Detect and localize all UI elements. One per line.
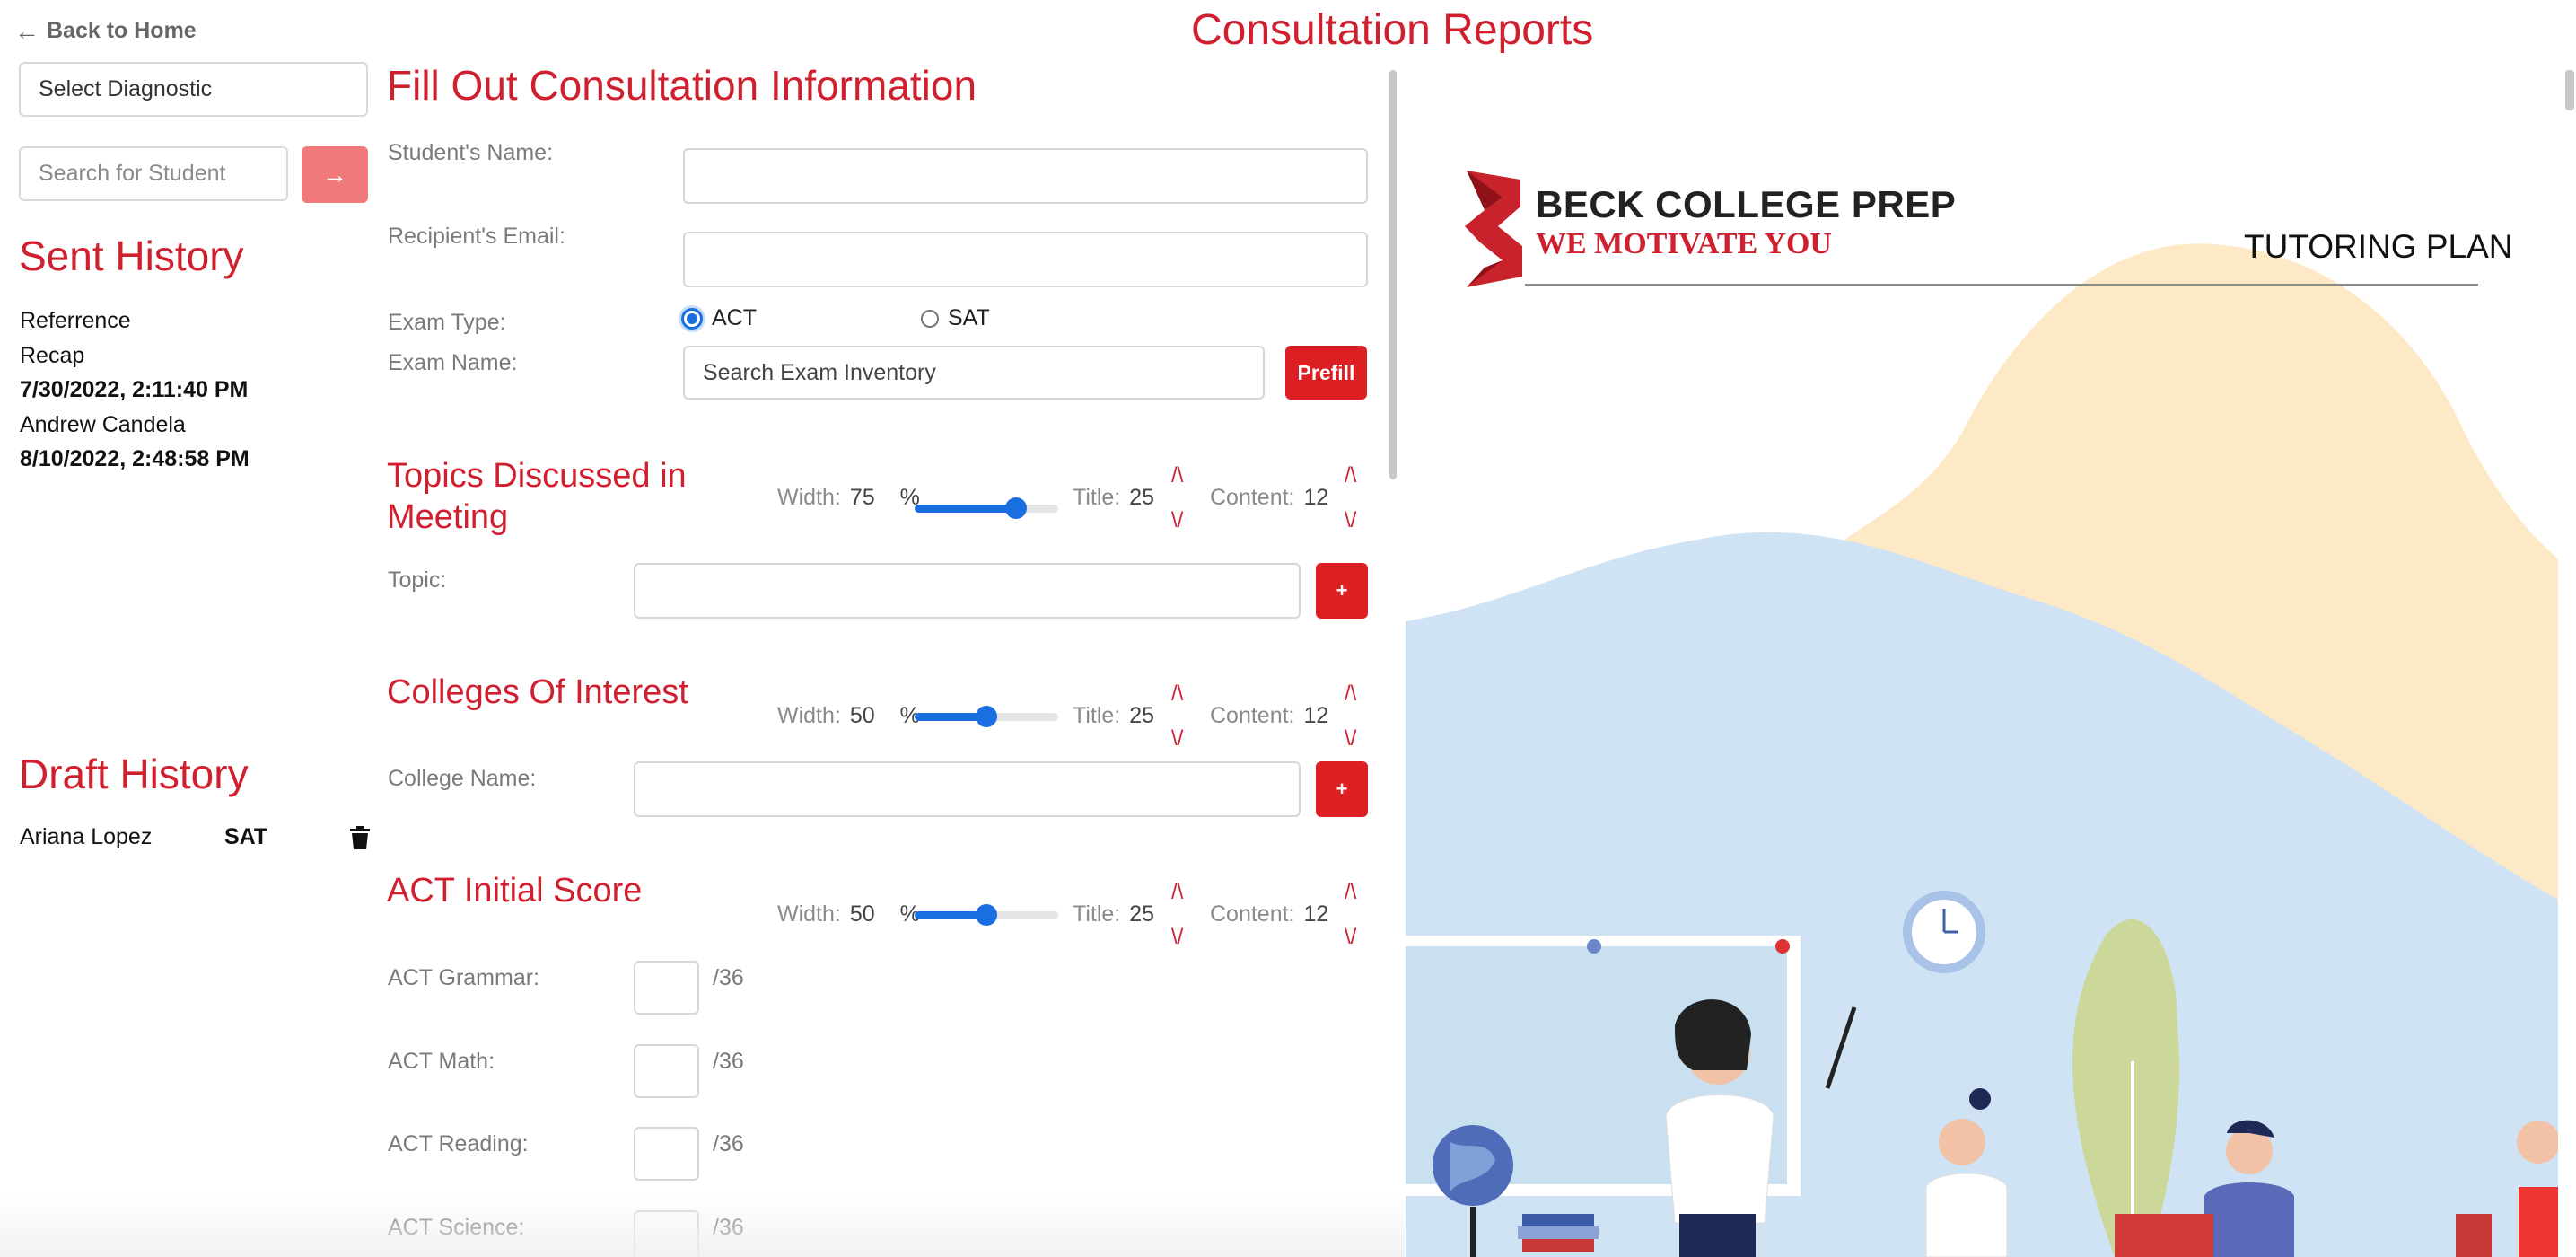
- prefill-button[interactable]: Prefill: [1285, 346, 1367, 400]
- radio-unselected-icon: [921, 309, 939, 328]
- topics-content-size: Content: 12: [1210, 485, 1329, 510]
- college-name-input[interactable]: [634, 761, 1301, 817]
- act-score-section-title: ACT Initial Score: [387, 872, 643, 910]
- act-math-input[interactable]: [634, 1044, 699, 1098]
- width-value: 75: [849, 485, 875, 510]
- student-name-field[interactable]: [683, 148, 1368, 204]
- act-width-control: Width: 50%: [777, 901, 920, 927]
- topic-input[interactable]: [634, 563, 1301, 619]
- title-size-down-button[interactable]: \/: [1171, 728, 1183, 750]
- exam-inventory-search[interactable]: Search Exam Inventory: [683, 346, 1265, 400]
- score-label: ACT Reading:: [388, 1131, 529, 1156]
- score-label: ACT Math:: [388, 1049, 495, 1074]
- colleges-width-slider[interactable]: [915, 706, 1058, 727]
- topic-label: Topic:: [388, 567, 447, 593]
- act-science-input[interactable]: [634, 1210, 699, 1257]
- draft-exam-type: SAT: [224, 824, 268, 849]
- sent-history-title: Sent History: [19, 233, 244, 279]
- act-reading-input[interactable]: [634, 1127, 699, 1181]
- colleges-width-control: Width: 50%: [777, 703, 920, 728]
- title-size-up-button[interactable]: /\: [1171, 882, 1183, 903]
- page-title: Consultation Reports: [1191, 6, 1594, 54]
- recipient-email-field[interactable]: [683, 232, 1368, 287]
- content-size-down-button[interactable]: \/: [1345, 728, 1356, 750]
- radio-selected-icon: [681, 307, 703, 330]
- title-size-down-button[interactable]: \/: [1171, 510, 1183, 532]
- score-label: ACT Grammar:: [388, 965, 539, 990]
- brand-name: BECK COLLEGE PREP: [1536, 183, 1957, 225]
- content-size-down-button[interactable]: \/: [1345, 510, 1356, 532]
- exam-type-act-radio[interactable]: ACT: [681, 305, 757, 331]
- draft-row[interactable]: Ariana Lopez SAT: [20, 824, 370, 850]
- topics-width-slider[interactable]: [915, 497, 1058, 519]
- sent-history-list: Referrence Recap 7/30/2022, 2:11:40 PM A…: [20, 303, 250, 477]
- colleges-content-size: Content: 12: [1210, 703, 1329, 728]
- diagnostic-select[interactable]: Select Diagnostic: [19, 62, 368, 117]
- content-size-up-button[interactable]: /\: [1345, 683, 1356, 705]
- student-search-input[interactable]: Search for Student: [19, 146, 288, 201]
- recipient-email-label: Recipient's Email:: [388, 224, 565, 249]
- form-title: Fill Out Consultation Information: [387, 62, 977, 109]
- doc-title: TUTORING PLAN: [2244, 228, 2513, 265]
- radio-label: ACT: [712, 305, 757, 330]
- score-max: /36: [713, 965, 744, 990]
- act-grammar-input[interactable]: [634, 961, 699, 1015]
- report-preview: BECK COLLEGE PREP WE MOTIVATE YOU TUTORI…: [1406, 56, 2558, 1257]
- form-scrollbar[interactable]: [1389, 70, 1397, 479]
- college-name-label: College Name:: [388, 766, 537, 791]
- preview-scrollbar[interactable]: [2565, 70, 2574, 110]
- act-content-size: Content: 12: [1210, 901, 1329, 927]
- score-max: /36: [713, 1131, 744, 1156]
- header-divider: [1525, 284, 2478, 286]
- add-college-button[interactable]: +: [1316, 761, 1368, 817]
- sent-item[interactable]: Referrence: [20, 303, 250, 338]
- exam-type-label: Exam Type:: [388, 310, 506, 335]
- colleges-section-title: Colleges Of Interest: [387, 673, 688, 711]
- student-name-label: Student's Name:: [388, 140, 554, 165]
- content-size-up-button[interactable]: /\: [1345, 882, 1356, 903]
- draft-student-name: Ariana Lopez: [20, 824, 153, 849]
- topics-title-size: Title: 25: [1073, 485, 1155, 510]
- arrow-left-icon: ←: [14, 16, 39, 45]
- bottom-fade: [0, 1194, 1405, 1257]
- sent-item[interactable]: 8/10/2022, 2:48:58 PM: [20, 442, 250, 477]
- score-label: ACT Science:: [388, 1215, 525, 1240]
- title-size-up-button[interactable]: /\: [1171, 465, 1183, 487]
- search-submit-button[interactable]: →: [302, 146, 368, 203]
- score-max: /36: [713, 1049, 744, 1074]
- sent-item[interactable]: Recap: [20, 338, 250, 374]
- act-width-slider[interactable]: [915, 904, 1058, 926]
- trash-icon[interactable]: [350, 825, 370, 849]
- back-to-home-link[interactable]: ← Back to Home: [14, 18, 197, 44]
- content-size-up-button[interactable]: /\: [1345, 465, 1356, 487]
- content-size-down-button[interactable]: \/: [1345, 927, 1356, 948]
- topics-width-control: Width: 75%: [777, 485, 920, 510]
- brand-tagline: WE MOTIVATE YOU: [1536, 227, 1832, 260]
- sent-item[interactable]: Andrew Candela: [20, 408, 250, 443]
- exam-name-label: Exam Name:: [388, 350, 518, 375]
- sent-item[interactable]: 7/30/2022, 2:11:40 PM: [20, 373, 250, 408]
- back-label: Back to Home: [47, 18, 197, 43]
- colleges-title-size: Title: 25: [1073, 703, 1155, 728]
- score-max: /36: [713, 1215, 744, 1240]
- beck-logo-icon: [1465, 171, 1522, 287]
- topics-section-title: Topics Discussed in Meeting: [387, 457, 687, 536]
- draft-history-title: Draft History: [19, 751, 249, 797]
- exam-type-sat-radio[interactable]: SAT: [921, 305, 990, 331]
- title-size-down-button[interactable]: \/: [1171, 927, 1183, 948]
- act-title-size: Title: 25: [1073, 901, 1155, 927]
- title-size-up-button[interactable]: /\: [1171, 683, 1183, 705]
- add-topic-button[interactable]: +: [1316, 563, 1368, 619]
- radio-label: SAT: [948, 305, 990, 330]
